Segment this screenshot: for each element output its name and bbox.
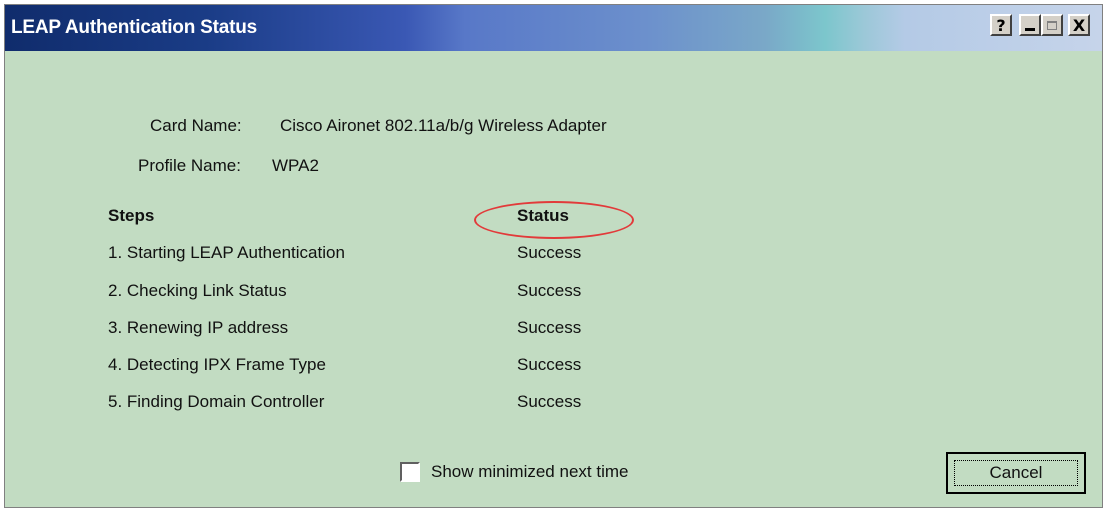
focus-rectangle — [954, 460, 1078, 486]
profile-name-value: WPA2 — [272, 156, 319, 175]
maximize-icon — [1047, 20, 1057, 30]
title-bar[interactable]: LEAP Authentication Status ? X — [5, 5, 1102, 51]
show-minimized-label[interactable]: Show minimized next time — [431, 462, 628, 482]
close-icon: X — [1072, 15, 1086, 35]
card-name-label: Card Name: — [150, 116, 242, 135]
step-status: Success — [517, 318, 582, 337]
minimize-icon — [1025, 27, 1035, 31]
maximize-button[interactable] — [1041, 14, 1063, 36]
step-label: 4. Detecting IPX Frame Type — [108, 355, 326, 374]
step-label: 3. Renewing IP address — [108, 318, 289, 337]
steps-header: Steps — [108, 206, 155, 225]
close-button[interactable]: X — [1068, 14, 1090, 36]
step-status: Success — [517, 392, 582, 411]
cancel-button[interactable]: Cancel — [946, 452, 1086, 494]
show-minimized-checkbox[interactable] — [400, 462, 420, 482]
help-button[interactable]: ? — [990, 14, 1012, 36]
step-label: 2. Checking Link Status — [108, 281, 287, 300]
step-status: Success — [517, 243, 582, 262]
leap-status-window: LEAP Authentication Status ? X Card Name… — [4, 4, 1103, 508]
status-highlight-ellipse — [474, 201, 634, 239]
minimize-button[interactable] — [1019, 14, 1041, 36]
step-status: Success — [517, 281, 582, 300]
step-status: Success — [517, 355, 582, 374]
help-icon: ? — [996, 15, 1006, 35]
step-label: 1. Starting LEAP Authentication — [108, 243, 345, 262]
step-label: 5. Finding Domain Controller — [108, 392, 325, 411]
card-name-value: Cisco Aironet 802.11a/b/g Wireless Adapt… — [280, 116, 607, 135]
profile-name-label: Profile Name: — [138, 156, 241, 175]
window-title: LEAP Authentication Status — [11, 17, 258, 38]
